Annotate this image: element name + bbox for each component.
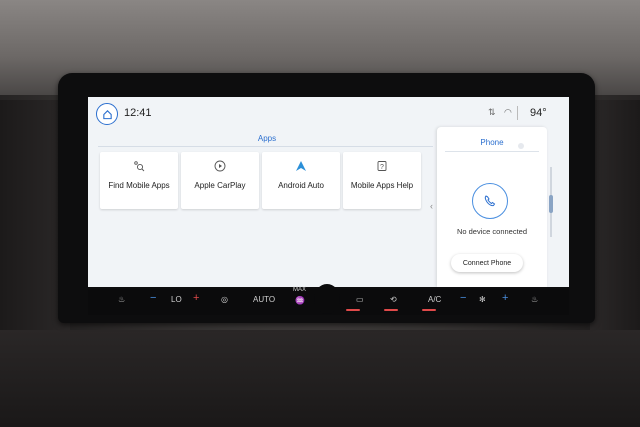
fan-down-button[interactable]: −: [460, 292, 466, 304]
dashboard-right: [590, 100, 640, 340]
fan-up-button[interactable]: +: [502, 292, 508, 304]
apps-title: Apps: [257, 134, 277, 143]
connect-phone-button[interactable]: Connect Phone: [451, 254, 523, 272]
help-icon: ?: [377, 161, 387, 171]
outside-temperature: 94°: [530, 107, 547, 119]
defrost-led: [346, 309, 360, 311]
phone-call-button[interactable]: [472, 183, 508, 219]
tile-label: Find Mobile Apps: [108, 181, 170, 190]
max-defrost-label[interactable]: MAX: [293, 287, 306, 293]
recirculate-icon[interactable]: ⟲: [390, 295, 397, 304]
scrollbar-thumb[interactable]: [549, 195, 553, 213]
tile-android-auto[interactable]: Android Auto: [262, 152, 340, 209]
phone-title: Phone: [480, 138, 504, 147]
tile-mobile-apps-help[interactable]: ? Mobile Apps Help: [343, 152, 421, 209]
home-button[interactable]: [96, 103, 118, 125]
seat-heat-left-icon[interactable]: ♨: [118, 295, 125, 304]
tile-label: Apple CarPlay: [194, 181, 246, 190]
tile-find-mobile-apps[interactable]: Find Mobile Apps: [100, 152, 178, 209]
collapse-chevron-icon[interactable]: ‹: [430, 201, 433, 211]
recirc-led: [384, 309, 398, 311]
infotainment-screen: 12:41 ⇅ ◠ 94° Apps Find Mobile Apps Appl…: [88, 97, 569, 287]
temp-down-left-button[interactable]: −: [150, 292, 156, 304]
phone-icon: [484, 195, 496, 207]
temp-left-value: LO: [171, 295, 182, 304]
status-divider: [517, 106, 518, 120]
svg-text:?: ?: [380, 164, 384, 171]
phone-status: No device connected: [456, 227, 528, 236]
signal-icons: ⇅ ◠: [488, 107, 515, 117]
climate-center-knob[interactable]: [314, 284, 340, 314]
play-circle-icon: [214, 160, 226, 172]
apps-divider: [98, 146, 433, 147]
tile-label: Mobile Apps Help: [350, 181, 414, 190]
tile-apple-carplay[interactable]: Apple CarPlay: [181, 152, 259, 209]
seat-heat-right-icon[interactable]: ♨: [531, 295, 538, 304]
panel-indicator-dot: [518, 143, 524, 149]
status-bar: 12:41 ⇅ ◠ 94°: [88, 97, 569, 131]
rear-defrost-icon[interactable]: ▭: [356, 295, 364, 304]
ac-button[interactable]: A/C: [428, 295, 441, 304]
auto-climate-button[interactable]: AUTO: [253, 295, 275, 304]
temp-up-left-button[interactable]: +: [193, 292, 199, 304]
home-icon: [102, 109, 112, 119]
tile-label: Android Auto: [278, 181, 324, 190]
max-defrost-icon[interactable]: ♒: [295, 296, 305, 305]
search-apps-icon: [134, 161, 145, 172]
android-auto-icon: [296, 161, 306, 171]
phone-panel: Phone No device connected Connect Phone: [437, 127, 547, 287]
ac-led: [422, 309, 436, 311]
phone-divider: [445, 151, 539, 152]
clock: 12:41: [124, 107, 152, 119]
dashboard: [0, 330, 640, 427]
fan-icon: ✻: [479, 295, 486, 304]
heated-wheel-icon[interactable]: ◎: [221, 295, 228, 304]
